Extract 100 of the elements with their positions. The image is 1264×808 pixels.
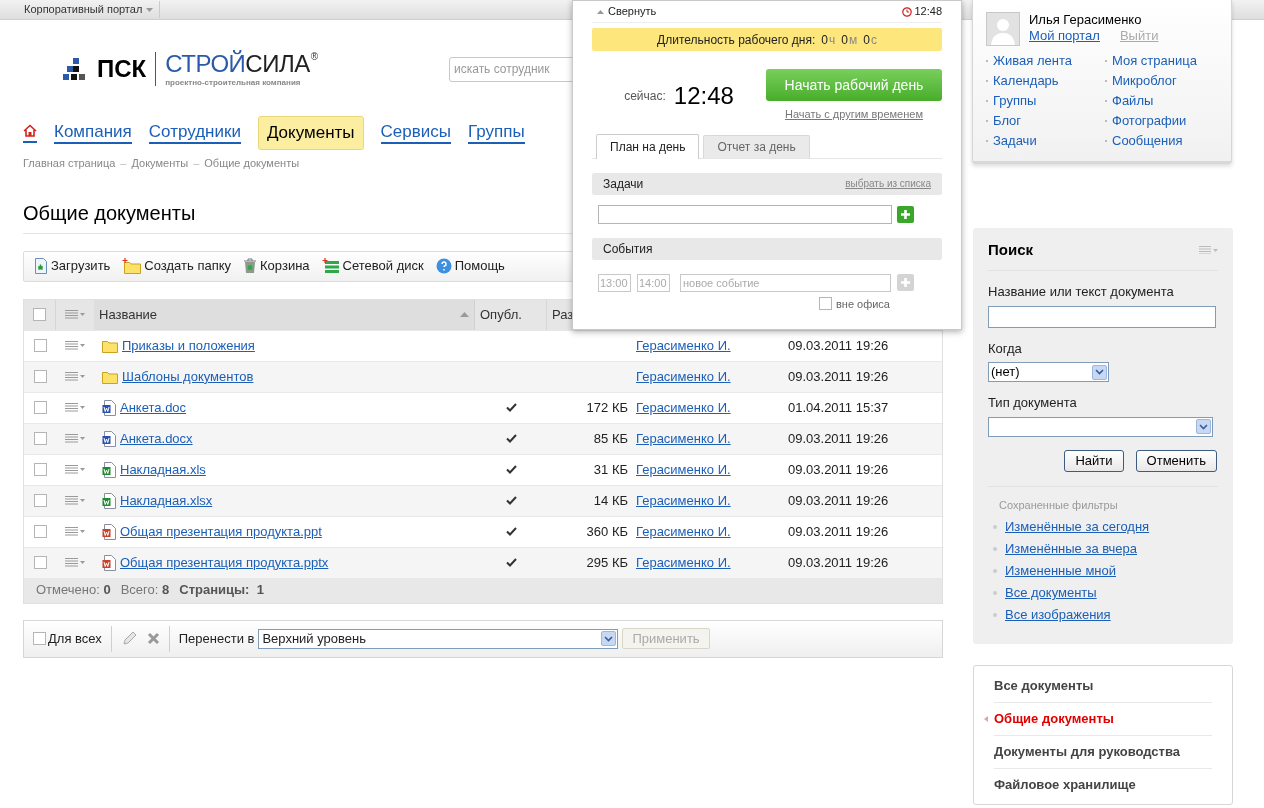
breadcrumb-link[interactable]: Документы [131, 155, 189, 172]
delete-icon[interactable] [146, 632, 160, 645]
row-checkbox[interactable] [33, 370, 47, 383]
nav-tab[interactable]: Группы [467, 122, 525, 144]
author-link[interactable]: Герасименко И. [636, 337, 731, 353]
document-link[interactable]: Анкета.docx [120, 428, 193, 449]
nav-tab[interactable]: Сотрудники [148, 122, 241, 144]
author-link[interactable]: Герасименко И. [636, 368, 731, 384]
row-menu-icon[interactable] [65, 465, 85, 474]
user-menu-link[interactable]: Живая лента [993, 51, 1072, 71]
toolbar-button[interactable]: Сетевой диск [321, 256, 424, 276]
toolbar-button[interactable]: Помощь [435, 256, 505, 276]
folder-icon [102, 338, 118, 353]
toolbar-button[interactable]: Корзина [243, 256, 310, 276]
my-portal-link[interactable]: Мой портал [1029, 28, 1100, 44]
document-link[interactable]: Анкета.doc [120, 397, 187, 418]
document-link[interactable]: Накладная.xlsx [120, 490, 213, 511]
author-link[interactable]: Герасименко И. [636, 554, 731, 570]
section-link[interactable]: Файловое хранилище [994, 775, 1136, 795]
out-of-office-checkbox[interactable]: вне офиса [592, 295, 942, 312]
checkbox[interactable] [33, 632, 46, 645]
logo-name: СТРОЙСИЛА [165, 51, 310, 76]
row-menu-icon[interactable] [65, 310, 85, 319]
row-checkbox[interactable] [33, 463, 47, 476]
collapse-button[interactable]: Свернуть [597, 3, 657, 20]
nav-tab[interactable]: Документы [257, 116, 364, 150]
toolbar-button[interactable]: Загрузить [34, 256, 111, 276]
document-link[interactable]: Шаблоны документов [122, 366, 254, 387]
target-folder-select[interactable]: Верхний уровень [258, 628, 619, 649]
user-menu-link[interactable]: Группы [993, 91, 1037, 111]
saved-filter-link[interactable]: Все изображения [1005, 605, 1111, 625]
row-menu-icon[interactable] [65, 372, 85, 381]
toolbar-button[interactable]: Создать папку [122, 256, 232, 276]
add-task-icon[interactable] [897, 205, 914, 223]
column-header[interactable]: Раз [552, 304, 574, 325]
user-menu-link[interactable]: Микроблог [1112, 71, 1177, 91]
document-link[interactable]: Приказы и положения [122, 335, 255, 356]
portal-menu-button[interactable]: Корпоративный портал [24, 1, 161, 18]
document-link[interactable]: Общая презентация продукта.pptx [120, 552, 329, 573]
date-select[interactable]: (нет) [988, 362, 1109, 382]
row-menu-icon[interactable] [65, 403, 85, 412]
row-menu-icon[interactable] [65, 434, 85, 443]
add-event-icon[interactable] [897, 274, 914, 291]
user-menu-link[interactable]: Фотографии [1112, 111, 1187, 131]
home-icon[interactable] [23, 123, 37, 143]
user-menu-link[interactable]: Моя страница [1112, 51, 1197, 71]
document-link[interactable]: Общая презентация продукта.ppt [120, 521, 322, 542]
author-link[interactable]: Герасименко И. [636, 399, 731, 415]
document-text-field[interactable] [988, 305, 1216, 328]
row-menu-icon[interactable] [65, 341, 85, 350]
employee-search-field[interactable]: искать сотрудник [449, 56, 573, 82]
new-event-field[interactable]: новое событие [680, 273, 891, 292]
user-menu-link[interactable]: Календарь [993, 71, 1059, 91]
author-link[interactable]: Герасименко И. [636, 461, 731, 477]
breadcrumb-link[interactable]: Главная страница [23, 155, 116, 172]
popup-tab[interactable]: Отчет за день [703, 134, 810, 158]
saved-filter-link[interactable]: Измененные мной [1005, 561, 1117, 581]
row-menu-icon[interactable] [65, 496, 85, 505]
nav-tab[interactable]: Сервисы [380, 122, 451, 144]
row-checkbox[interactable] [33, 494, 47, 507]
search-form-button[interactable]: Отменить [1135, 449, 1217, 472]
column-header[interactable]: Название [99, 304, 158, 325]
select-all-checkbox[interactable] [33, 308, 46, 321]
sort-arrow-icon[interactable] [460, 312, 469, 317]
column-header[interactable]: Опубл. [480, 304, 522, 325]
author-link[interactable]: Герасименко И. [636, 492, 731, 508]
saved-filter-link[interactable]: Изменённые за сегодня [1005, 517, 1150, 537]
section-link[interactable]: Документы для руководства [994, 742, 1180, 762]
row-menu-icon[interactable] [65, 527, 85, 536]
pencil-icon[interactable] [120, 630, 137, 647]
row-checkbox[interactable] [33, 432, 47, 445]
saved-filter-link[interactable]: Все документы [1005, 583, 1097, 603]
file-size: 14 КБ [593, 491, 628, 510]
event-end-field[interactable]: 14:00 [637, 273, 670, 292]
breadcrumb-link[interactable]: Общие документы [204, 155, 300, 172]
search-form-button[interactable]: Найти [1064, 449, 1124, 472]
task-input[interactable] [598, 204, 892, 224]
checkbox[interactable] [818, 297, 832, 311]
saved-filter-link[interactable]: Изменённые за вчера [1005, 539, 1137, 559]
document-type-select[interactable] [988, 416, 1213, 437]
user-menu-link[interactable]: Сообщения [1112, 131, 1183, 151]
panel-menu-icon[interactable] [1199, 246, 1218, 254]
nav-tab[interactable]: Компания [54, 122, 132, 144]
user-menu-link[interactable]: Задачи [993, 131, 1037, 151]
start-other-time-link[interactable]: Начать с другим временем [785, 106, 923, 123]
section-link[interactable]: Все документы [994, 675, 1094, 696]
document-link[interactable]: Накладная.xls [120, 459, 206, 480]
row-menu-icon[interactable] [65, 558, 85, 567]
popup-tab[interactable]: План на день [596, 133, 700, 159]
row-checkbox[interactable] [33, 525, 47, 538]
row-checkbox[interactable] [33, 339, 47, 352]
for-all-checkbox[interactable]: Для всех [33, 628, 102, 649]
author-link[interactable]: Герасименко И. [636, 523, 731, 539]
section-link[interactable]: Общие документы [994, 709, 1114, 729]
event-start-field[interactable]: 13:00 [598, 273, 631, 292]
row-checkbox[interactable] [33, 556, 47, 569]
author-link[interactable]: Герасименко И. [636, 430, 731, 446]
user-menu-link[interactable]: Блог [993, 111, 1022, 131]
user-menu-link[interactable]: Файлы [1112, 91, 1154, 111]
row-checkbox[interactable] [33, 401, 47, 414]
